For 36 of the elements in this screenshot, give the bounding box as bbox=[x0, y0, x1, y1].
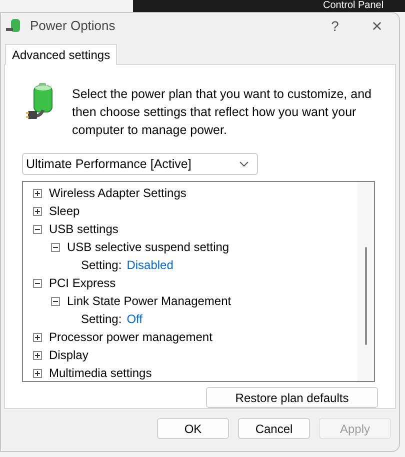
expand-icon[interactable] bbox=[33, 368, 42, 378]
breadcrumb[interactable]: Control Panel bbox=[323, 0, 384, 12]
restore-defaults-button[interactable]: Restore plan defaults bbox=[206, 387, 378, 408]
setting-label: Setting: bbox=[81, 311, 122, 328]
window-title: Power Options bbox=[30, 17, 116, 36]
close-button[interactable]: × bbox=[355, 12, 399, 40]
dialog-button[interactable]: OK bbox=[157, 418, 229, 439]
tree-item[interactable]: PCI Express bbox=[49, 274, 116, 292]
tab[interactable]: Advanced settings bbox=[5, 44, 118, 65]
setting-value[interactable]: Off bbox=[126, 310, 142, 328]
help-button[interactable]: ? bbox=[315, 16, 355, 36]
collapse-icon[interactable] bbox=[33, 278, 42, 288]
plan-dropdown[interactable]: Ultimate Performance [Active] bbox=[22, 153, 258, 175]
tree-item[interactable]: Display bbox=[49, 346, 88, 364]
scrollbar-thumb[interactable] bbox=[364, 247, 366, 345]
intro-text: Select the power plan that you want to customize, and then choose settings that reflect how you want your computer to manage power. bbox=[72, 86, 372, 139]
tree-item[interactable]: USB settings bbox=[49, 220, 118, 238]
tree-item[interactable]: USB selective suspend setting bbox=[67, 238, 230, 256]
tree-item[interactable]: Processor power management bbox=[49, 328, 212, 346]
tree-item[interactable]: Sleep bbox=[49, 202, 80, 220]
tree-item[interactable]: Multimedia settings bbox=[49, 364, 152, 381]
collapse-icon[interactable] bbox=[51, 296, 60, 306]
expand-icon[interactable] bbox=[33, 188, 42, 198]
expand-icon[interactable] bbox=[33, 350, 42, 360]
collapse-icon[interactable] bbox=[51, 242, 60, 252]
expand-icon[interactable] bbox=[33, 206, 42, 216]
dialog-button[interactable]: Cancel bbox=[238, 418, 310, 439]
collapse-icon[interactable] bbox=[33, 224, 42, 234]
battery-plug-icon bbox=[5, 18, 23, 34]
scrollbar[interactable] bbox=[357, 182, 374, 381]
setting-label: Setting: bbox=[81, 257, 122, 274]
setting-value[interactable]: Disabled bbox=[126, 256, 174, 274]
tree-item[interactable]: Wireless Adapter Settings bbox=[49, 184, 186, 202]
chevron-down-icon bbox=[239, 161, 249, 167]
expand-icon[interactable] bbox=[33, 332, 42, 342]
tree-item[interactable]: Link State Power Management bbox=[67, 292, 232, 310]
